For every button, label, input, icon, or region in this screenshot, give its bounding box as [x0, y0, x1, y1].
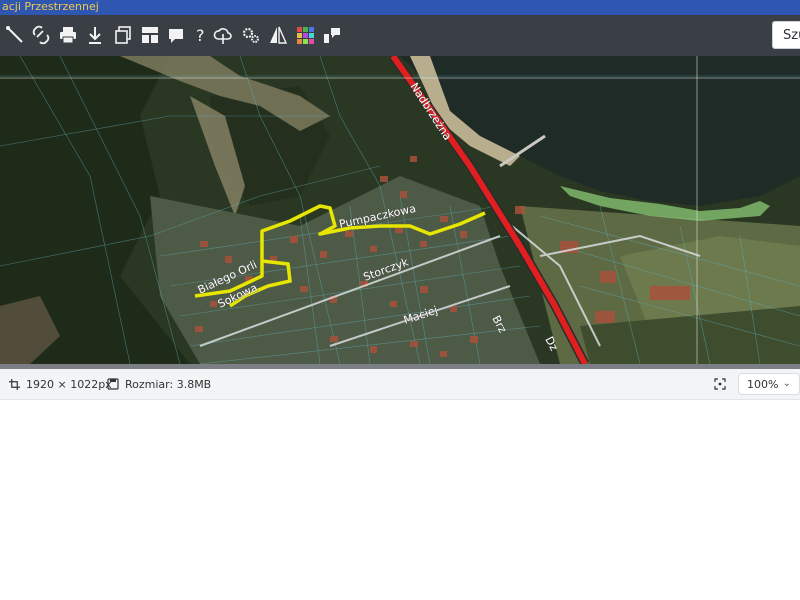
- crop-icon: [9, 378, 20, 390]
- zoom-value: 100%: [747, 377, 779, 391]
- save-icon: [107, 378, 119, 390]
- fit-screen-icon[interactable]: [714, 369, 726, 399]
- image-dimensions: 1920 × 1022px: [9, 369, 112, 399]
- status-bar: 1920 × 1022px Rozmiar: 3.8MB 100% ⌄: [0, 369, 800, 400]
- help-icon[interactable]: ?: [190, 24, 212, 46]
- compare-icon[interactable]: [267, 24, 289, 46]
- map-canvas[interactable]: Nadbrzeżna Pumpaczkowa Storczyk Maciej B…: [0, 56, 800, 364]
- svg-text:?: ?: [196, 26, 205, 45]
- copy-icon[interactable]: [112, 24, 134, 46]
- chevron-down-icon: ⌄: [782, 378, 791, 389]
- window-title: acji Przestrzennej: [0, 0, 800, 15]
- settings-icon[interactable]: [240, 24, 262, 46]
- chat-icon[interactable]: [321, 24, 343, 46]
- print-icon[interactable]: [57, 24, 79, 46]
- file-size-text: Rozmiar: 3.8MB: [125, 377, 212, 391]
- color-grid-icon[interactable]: [294, 24, 316, 46]
- image-dimensions-text: 1920 × 1022px: [26, 377, 112, 391]
- measure-line-icon[interactable]: [4, 24, 26, 46]
- zoom-select[interactable]: 100% ⌄: [738, 373, 800, 395]
- speech-bubble-icon[interactable]: [165, 24, 187, 46]
- cloud-upload-icon[interactable]: [212, 24, 234, 46]
- layout-icon[interactable]: [139, 24, 161, 46]
- link-icon[interactable]: [30, 24, 52, 46]
- search-button[interactable]: Szu: [772, 21, 800, 49]
- download-icon[interactable]: [84, 24, 106, 46]
- map-toolbar: ? Szu: [0, 15, 800, 57]
- file-size: Rozmiar: 3.8MB: [107, 369, 211, 399]
